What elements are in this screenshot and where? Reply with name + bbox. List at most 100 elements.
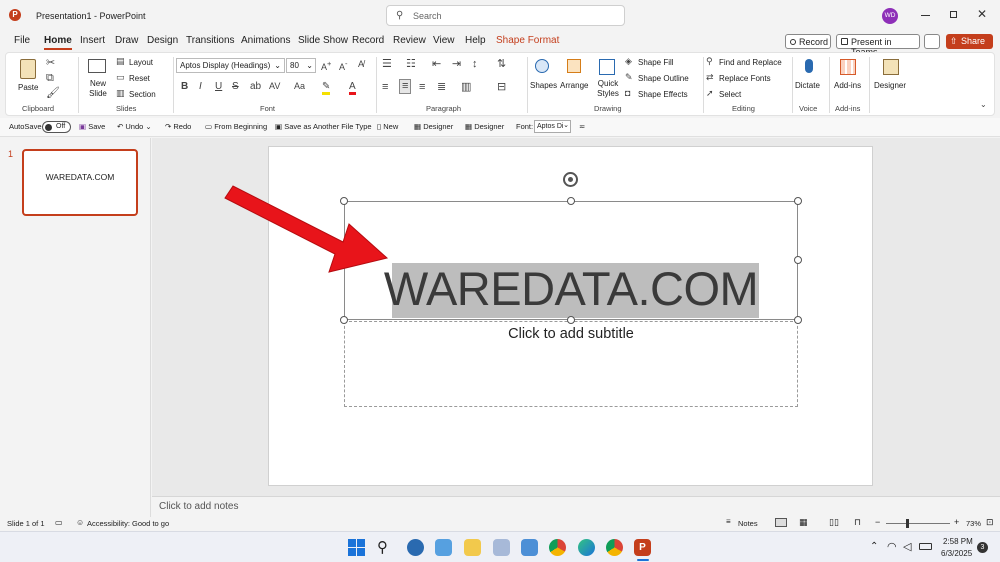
paste-button[interactable]: Paste bbox=[12, 57, 46, 101]
char-spacing-icon[interactable]: AV bbox=[269, 82, 280, 91]
quick-styles-button[interactable]: Quick Styles bbox=[593, 57, 623, 101]
tab-draw[interactable]: Draw bbox=[115, 35, 138, 46]
change-case-icon[interactable]: Aa bbox=[294, 82, 305, 91]
wifi-icon[interactable]: ◠ bbox=[887, 540, 897, 553]
increase-indent-icon[interactable]: ⇥ bbox=[452, 59, 461, 70]
addins-button[interactable]: Add-ins bbox=[832, 57, 864, 101]
resize-handle[interactable] bbox=[567, 316, 575, 324]
notes-pane[interactable]: Click to add notes bbox=[152, 496, 1000, 517]
clock-time[interactable]: 2:58 PM bbox=[943, 537, 973, 546]
shadow-icon[interactable]: ab bbox=[250, 82, 261, 92]
volume-icon[interactable]: ◁ bbox=[903, 540, 911, 553]
taskbar-search-icon[interactable]: ⚲ bbox=[377, 538, 388, 556]
tab-home[interactable]: Home bbox=[44, 35, 72, 50]
restore-icon[interactable] bbox=[950, 11, 957, 18]
rotate-handle-icon[interactable] bbox=[563, 172, 578, 187]
strikethrough-icon[interactable]: S bbox=[232, 82, 239, 92]
font-name-dropdown[interactable]: Aptos Display (Headings) ⌄ bbox=[176, 58, 285, 73]
close-icon[interactable]: ✕ bbox=[977, 7, 987, 21]
line-spacing-icon[interactable]: ↕ bbox=[472, 59, 478, 70]
normal-view-icon[interactable] bbox=[775, 518, 787, 527]
underline-icon[interactable]: U bbox=[215, 82, 222, 92]
font-size-dropdown[interactable]: 80 ⌄ bbox=[286, 58, 316, 73]
tab-design[interactable]: Design bbox=[147, 35, 178, 46]
search-box[interactable]: ⚲ Search bbox=[386, 5, 625, 26]
save-button[interactable]: ▣ Save bbox=[79, 122, 105, 131]
clock-date[interactable]: 6/3/2025 bbox=[941, 549, 972, 558]
save-as-button[interactable]: ▣ Save as Another File Type bbox=[275, 122, 372, 131]
subtitle-placeholder[interactable]: Click to add subtitle bbox=[344, 321, 798, 407]
tab-file[interactable]: File bbox=[14, 35, 30, 46]
resize-handle[interactable] bbox=[567, 197, 575, 205]
text-direction-icon[interactable]: ⇅ bbox=[497, 59, 506, 70]
clear-formatting-icon[interactable]: A̸ bbox=[358, 60, 364, 69]
slide-thumbnail[interactable]: WAREDATA.COM bbox=[22, 149, 138, 216]
chevron-up-icon[interactable]: ⌃ bbox=[870, 541, 878, 552]
comments-icon[interactable] bbox=[924, 34, 940, 49]
slideshow-view-icon[interactable]: ⊓ bbox=[854, 517, 861, 528]
highlight-icon[interactable]: ✎ bbox=[322, 82, 331, 95]
resize-handle[interactable] bbox=[794, 197, 802, 205]
new-slide-button[interactable]: New Slide bbox=[83, 57, 113, 101]
tab-insert[interactable]: Insert bbox=[80, 35, 105, 46]
windows-start-icon[interactable] bbox=[348, 539, 365, 556]
designer-button[interactable]: Designer bbox=[873, 57, 909, 101]
record-button[interactable]: Record bbox=[785, 34, 831, 49]
tab-view[interactable]: View bbox=[433, 35, 455, 46]
designer-qat-button-2[interactable]: ▦ Designer bbox=[465, 122, 504, 131]
avatar[interactable]: WD bbox=[882, 8, 898, 24]
tab-shape-format[interactable]: Shape Format bbox=[496, 35, 559, 46]
battery-icon[interactable] bbox=[919, 543, 932, 550]
zoom-slider[interactable] bbox=[886, 519, 950, 528]
shapes-button[interactable]: Shapes bbox=[530, 57, 558, 101]
bold-icon[interactable]: B bbox=[181, 82, 188, 92]
zoom-slider-thumb[interactable] bbox=[906, 519, 909, 528]
spellcheck-icon[interactable]: ▭ bbox=[55, 518, 63, 527]
slide-sorter-icon[interactable]: ▦ bbox=[799, 517, 808, 528]
align-right-icon[interactable]: ≡ bbox=[419, 82, 425, 93]
zoom-out-icon[interactable]: − bbox=[875, 517, 880, 527]
file-explorer-icon[interactable] bbox=[464, 539, 481, 556]
increase-font-icon[interactable]: A+ bbox=[321, 60, 331, 72]
bullets-icon[interactable]: ☰ bbox=[382, 59, 392, 70]
tab-record[interactable]: Record bbox=[352, 35, 384, 46]
resize-handle[interactable] bbox=[794, 256, 802, 264]
copilot-icon[interactable] bbox=[407, 539, 424, 556]
decrease-font-icon[interactable]: A- bbox=[339, 60, 348, 72]
autosave-toggle[interactable]: Off bbox=[42, 121, 71, 133]
chrome-icon[interactable] bbox=[549, 539, 566, 556]
tab-help[interactable]: Help bbox=[465, 35, 486, 46]
reading-view-icon[interactable]: ▯▯ bbox=[829, 517, 839, 528]
cut-icon[interactable]: ✂ bbox=[46, 58, 55, 69]
tab-review[interactable]: Review bbox=[393, 35, 426, 46]
resize-handle[interactable] bbox=[340, 316, 348, 324]
accessibility-status[interactable]: Accessibility: Good to go bbox=[87, 519, 169, 528]
decrease-indent-icon[interactable]: ⇤ bbox=[432, 59, 441, 70]
dictate-button[interactable]: Dictate bbox=[795, 57, 823, 101]
widgets-icon[interactable] bbox=[435, 539, 452, 556]
collapse-ribbon-icon[interactable]: ⌄ bbox=[980, 101, 987, 109]
tab-animations[interactable]: Animations bbox=[241, 35, 290, 46]
tab-transitions[interactable]: Transitions bbox=[186, 35, 235, 46]
zoom-in-icon[interactable]: + bbox=[954, 517, 959, 527]
font-color-icon[interactable]: A bbox=[349, 82, 356, 95]
redo-button[interactable]: ↷ Redo bbox=[165, 122, 191, 131]
resize-handle[interactable] bbox=[794, 316, 802, 324]
customize-qat-icon[interactable]: ≂ bbox=[579, 122, 585, 131]
slide-title[interactable]: WAREDATA.COM bbox=[344, 260, 798, 318]
zoom-level[interactable]: 73% bbox=[966, 519, 981, 528]
minimize-icon[interactable] bbox=[921, 15, 930, 16]
notepad-icon[interactable] bbox=[521, 539, 538, 556]
italic-icon[interactable]: I bbox=[199, 82, 202, 92]
notification-badge[interactable]: 3 bbox=[977, 542, 988, 553]
chrome-icon[interactable] bbox=[606, 539, 623, 556]
numbering-icon[interactable]: ☷ bbox=[406, 59, 416, 70]
format-painter-icon[interactable]: 🖌 bbox=[46, 88, 60, 99]
from-beginning-button[interactable]: ▭ From Beginning bbox=[205, 122, 267, 131]
align-left-icon[interactable]: ≡ bbox=[382, 82, 388, 93]
powerpoint-taskbar-icon[interactable]: P bbox=[634, 539, 651, 556]
align-text-icon[interactable]: ⊟ bbox=[497, 82, 506, 93]
align-center-icon[interactable]: ≡ bbox=[399, 79, 412, 94]
app-icon[interactable] bbox=[493, 539, 510, 556]
share-button[interactable]: ⇧ Share bbox=[946, 34, 993, 49]
